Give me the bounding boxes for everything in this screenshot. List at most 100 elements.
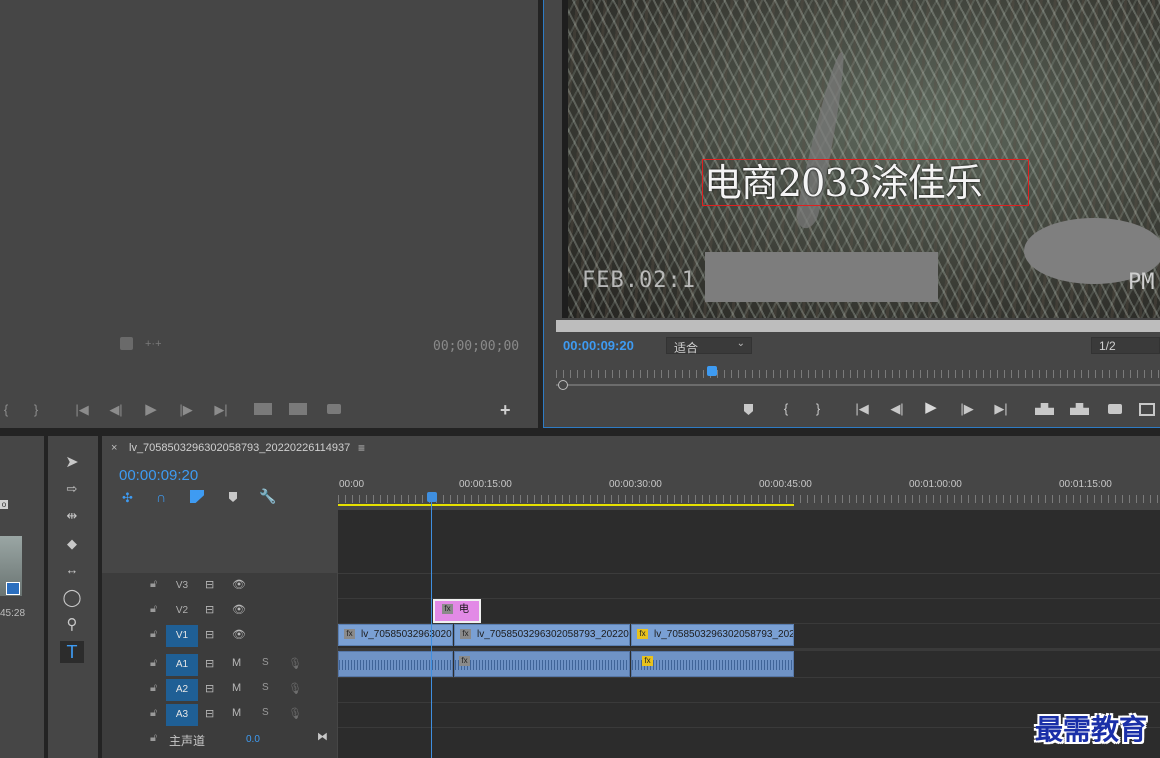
timeline-playhead[interactable] xyxy=(427,492,437,502)
project-badge: o xyxy=(0,500,8,509)
eye-icon[interactable]: 👁︎ xyxy=(232,603,246,616)
video-clip[interactable]: fx lv_7058503296302058793_202202 xyxy=(454,624,630,646)
step-forward-icon[interactable]: |▶ xyxy=(957,402,977,416)
step-back-icon[interactable]: ◀| xyxy=(887,402,907,416)
timeline-ruler[interactable] xyxy=(338,495,1160,503)
eye-icon[interactable]: 👁︎ xyxy=(232,628,246,641)
audio-clip[interactable] xyxy=(338,651,453,677)
track-name-a3[interactable]: A3 xyxy=(166,704,198,726)
ellipse-tool-icon[interactable]: ◯ xyxy=(60,587,84,609)
sync-lock-icon[interactable]: ⊟ xyxy=(205,628,214,641)
razor-tool-icon[interactable]: ◆ xyxy=(60,533,84,555)
sequence-tab[interactable]: lv_7058503296302058793_20220226114937 xyxy=(129,442,350,454)
mark-out-icon[interactable]: } xyxy=(26,403,46,417)
snap-icon[interactable]: ∩ xyxy=(156,489,166,505)
track-header-a3[interactable]: 🔓︎ A3 ⊟ M S 🎙︎ xyxy=(102,703,337,727)
go-to-end-icon[interactable]: ⧓ xyxy=(317,730,328,743)
audio-clip[interactable]: fx xyxy=(631,651,794,677)
ripple-edit-tool-icon[interactable]: ⇹ xyxy=(60,505,84,527)
track-header-a2[interactable]: 🔓︎ A2 ⊟ M S 🎙︎ xyxy=(102,678,337,702)
type-tool-icon[interactable]: T xyxy=(60,641,84,663)
track-header-master[interactable]: 🔓︎ 主声道 0.0 ⧓ xyxy=(102,728,337,752)
camera-icon[interactable] xyxy=(327,404,341,414)
sync-lock-icon[interactable]: ⊟ xyxy=(205,682,214,695)
mute-button[interactable]: M xyxy=(232,682,241,694)
sync-lock-icon[interactable]: ⊟ xyxy=(205,603,214,616)
mark-in-icon[interactable]: { xyxy=(0,403,16,417)
sync-lock-icon[interactable]: ⊟ xyxy=(205,707,214,720)
camera-icon[interactable] xyxy=(1108,404,1122,414)
fx-badge: fx xyxy=(460,629,471,640)
step-forward-icon[interactable]: |▶ xyxy=(176,403,196,417)
go-to-out-icon[interactable]: ▶| xyxy=(211,403,231,417)
timeline-playhead-line[interactable] xyxy=(431,497,432,758)
video-clip[interactable]: fx lv_7058503296302058793_202 xyxy=(631,624,794,646)
track-header-a1[interactable]: 🔓︎ A1 ⊟ M S 🎙︎ xyxy=(102,653,337,677)
track-name-a2[interactable]: A2 xyxy=(166,679,198,701)
track-header-v1[interactable]: 🔓︎ V1 ⊟ 👁︎ xyxy=(102,624,337,648)
sync-lock-icon[interactable]: ⊟ xyxy=(205,578,214,591)
lock-icon[interactable]: 🔓︎ xyxy=(150,603,157,616)
program-playhead[interactable] xyxy=(707,366,717,376)
lock-icon[interactable]: 🔓︎ xyxy=(150,732,157,745)
track-name-a1[interactable]: A1 xyxy=(166,654,198,676)
close-sequence-icon[interactable]: × xyxy=(111,442,117,454)
selection-tool-icon[interactable]: ➤ xyxy=(60,452,84,474)
overwrite-edit-icon[interactable] xyxy=(289,403,307,415)
panel-menu-icon[interactable]: ≡ xyxy=(358,441,365,455)
go-to-in-icon[interactable]: |◀ xyxy=(72,403,92,417)
track-name-v1[interactable]: V1 xyxy=(166,625,198,647)
program-scrollbar[interactable] xyxy=(556,384,1160,386)
mark-out-icon[interactable]: } xyxy=(808,402,828,416)
sync-lock-icon[interactable]: ⊟ xyxy=(205,657,214,670)
resolution-dropdown[interactable]: 1/2 xyxy=(1091,337,1160,354)
microphone-icon[interactable]: 🎙︎ xyxy=(288,657,302,670)
add-button-icon[interactable]: + xyxy=(500,400,511,421)
play-icon[interactable]: ▶ xyxy=(921,400,941,415)
track-name-v2[interactable]: V2 xyxy=(166,600,198,622)
track-header-v3[interactable]: 🔓︎ V3 ⊟ 👁︎ xyxy=(102,574,337,598)
lock-icon[interactable]: 🔓︎ xyxy=(150,657,157,670)
solo-button[interactable]: S xyxy=(262,707,269,718)
track-name-v3[interactable]: V3 xyxy=(166,575,198,597)
lock-icon[interactable]: 🔓︎ xyxy=(150,682,157,695)
program-ruler[interactable] xyxy=(556,370,1160,378)
mute-button[interactable]: M xyxy=(232,657,241,669)
track-select-tool-icon[interactable]: ⇨ xyxy=(60,478,84,500)
work-area-bar[interactable] xyxy=(338,504,794,506)
zoom-tool-icon[interactable]: ⚲ xyxy=(60,614,84,636)
microphone-icon[interactable]: 🎙︎ xyxy=(288,707,302,720)
mute-button[interactable]: M xyxy=(232,707,241,719)
wrench-icon[interactable]: 🔧 xyxy=(259,488,276,505)
master-volume-value[interactable]: 0.0 xyxy=(246,734,260,745)
track-header-v2[interactable]: 🔓︎ V2 ⊟ 👁︎ xyxy=(102,599,337,623)
insert-edit-icon[interactable] xyxy=(254,403,272,415)
lock-icon[interactable]: 🔓︎ xyxy=(150,628,157,641)
export-frame-icon[interactable] xyxy=(120,337,133,350)
timeline-timecode[interactable]: 00:00:09:20 xyxy=(119,467,198,484)
mark-in-icon[interactable]: { xyxy=(776,402,796,416)
nest-sequence-icon[interactable]: ✣ xyxy=(122,490,133,506)
fit-dropdown[interactable]: 适合 ⌄ xyxy=(666,337,752,355)
solo-button[interactable]: S xyxy=(262,682,269,693)
title-overlay-text[interactable]: 电商2033涂佳乐 xyxy=(704,160,983,206)
play-icon[interactable]: ▶ xyxy=(141,402,161,417)
insert-icon[interactable]: +·+ xyxy=(145,338,162,350)
microphone-icon[interactable]: 🎙︎ xyxy=(288,682,302,695)
title-clip[interactable]: fx 电 xyxy=(433,599,481,623)
step-back-icon[interactable]: ◀| xyxy=(106,403,126,417)
slip-tool-icon[interactable]: ↔ xyxy=(60,559,84,581)
solo-button[interactable]: S xyxy=(262,657,269,668)
go-to-out-icon[interactable]: ▶| xyxy=(991,402,1011,416)
go-to-in-icon[interactable]: |◀ xyxy=(852,402,872,416)
program-timecode[interactable]: 00:00:09:20 xyxy=(563,338,634,353)
lock-icon[interactable]: 🔓︎ xyxy=(150,578,157,591)
fit-dropdown-label: 适合 xyxy=(674,341,699,355)
audio-clip[interactable]: fx xyxy=(454,651,630,677)
eye-icon[interactable]: 👁︎ xyxy=(232,578,246,591)
scrollbar-handle-icon[interactable] xyxy=(558,380,568,390)
video-clip[interactable]: fx lv_70585032963020 xyxy=(338,624,453,646)
lock-icon[interactable]: 🔓︎ xyxy=(150,707,157,720)
date-stamp: FEB.02:1 xyxy=(582,268,696,293)
comparison-view-icon[interactable] xyxy=(1139,403,1155,416)
